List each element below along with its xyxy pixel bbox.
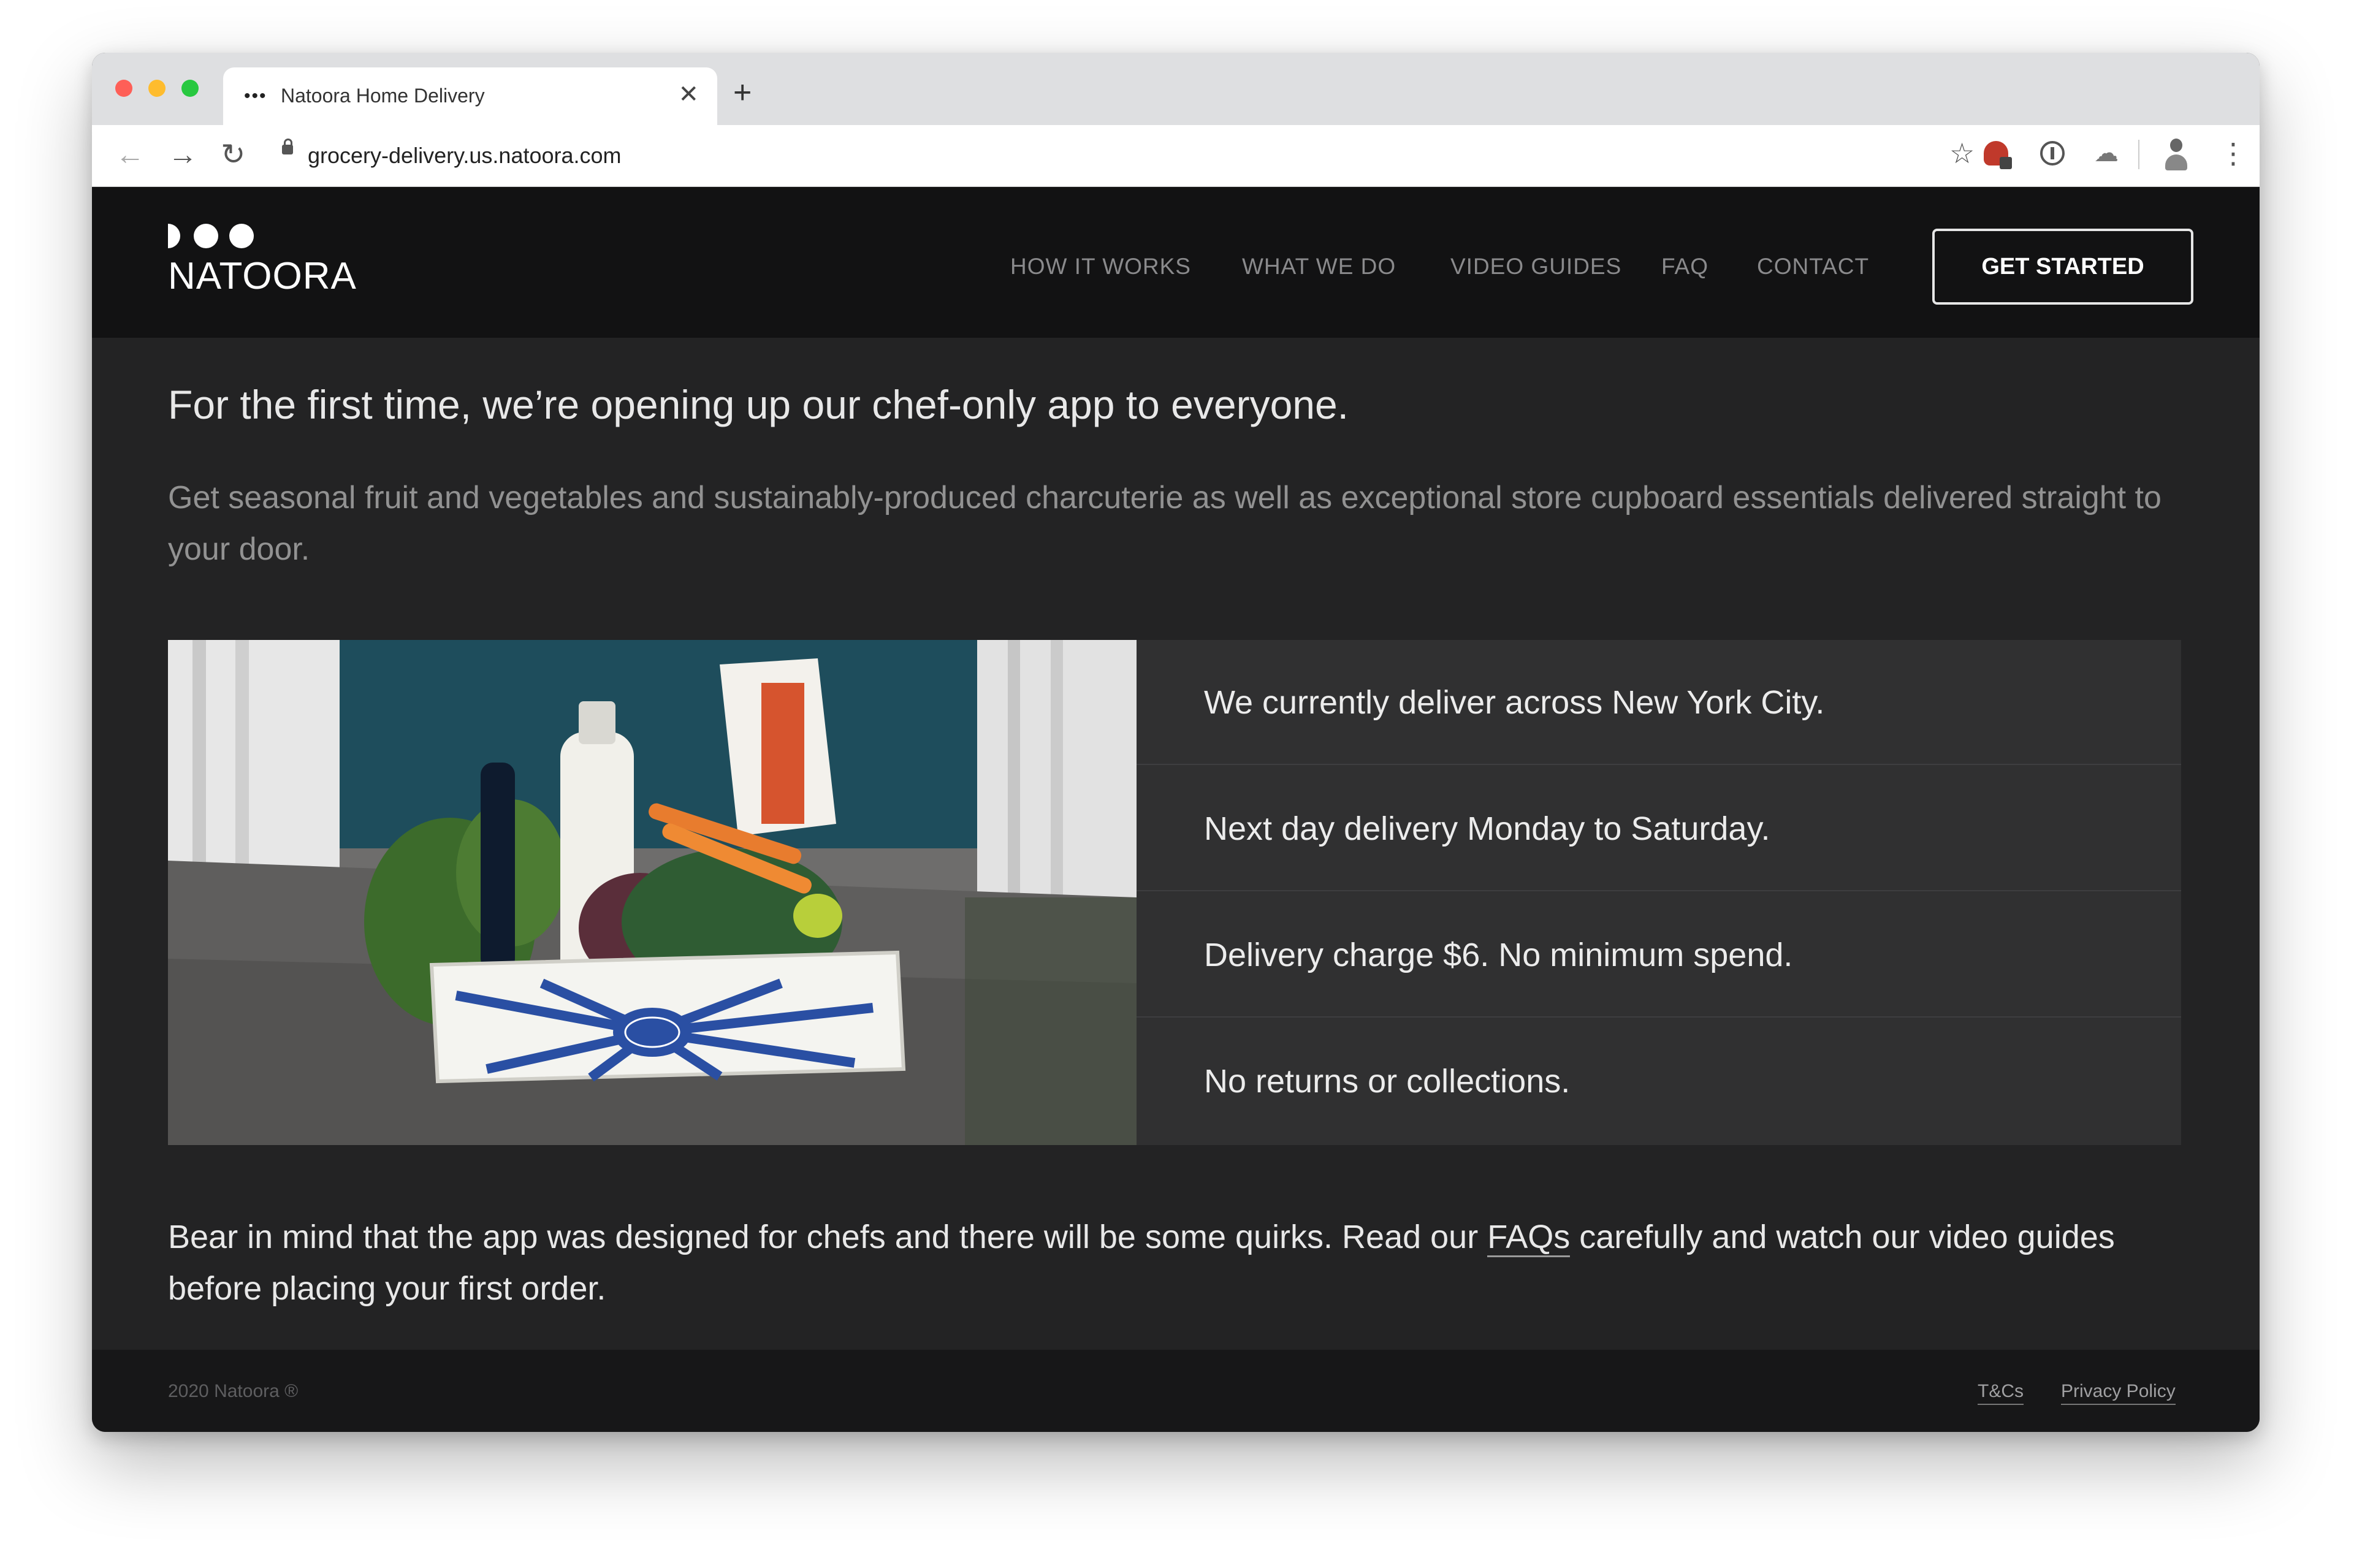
delivery-info-panel: We currently deliver across New York Cit… [1137,640,2181,1145]
close-window-button[interactable] [115,80,132,97]
natoora-logo[interactable]: NATOORA [168,224,364,297]
address-bar[interactable]: grocery-delivery.us.natoora.com [276,130,1980,181]
nav-what-we-do[interactable]: WHAT WE DO [1242,253,1396,280]
produce-crate-photo [168,640,1137,1145]
privacy-policy-link[interactable]: Privacy Policy [2061,1379,2176,1405]
tab-favicon-icon: ••• [244,86,267,106]
info-row-returns: No returns or collections. [1204,1063,1571,1100]
info-row-delivery-area: We currently deliver across New York Cit… [1137,640,2181,765]
info-row-delivery-charge: Delivery charge $6. No minimum spend. [1137,892,2181,1018]
tab-strip: ••• Natoora Home Delivery ✕ + [92,53,2260,125]
site-header: NATOORA HOW IT WORKS WHAT WE DO VIDEO GU… [92,187,2260,338]
browser-window: ••• Natoora Home Delivery ✕ + ← → ↻ groc… [92,53,2260,1432]
info-icon[interactable] [2040,141,2065,166]
produce-crate-illustration [168,640,1137,1145]
page-headline: For the first time, we’re opening up our… [168,382,1349,427]
reload-icon[interactable]: ↻ [221,139,245,172]
extension-icon[interactable] [1984,141,2012,169]
zoom-window-button[interactable] [181,80,199,97]
nav-faq[interactable]: FAQ [1661,253,1708,280]
logo-wordmark: NATOORA [168,255,357,297]
tab-close-icon[interactable]: ✕ [678,81,699,108]
get-started-button[interactable]: GET STARTED [1932,229,2193,305]
nav-how-it-works[interactable]: HOW IT WORKS [1010,253,1191,280]
info-row-delivery-days: Next day delivery Monday to Saturday. [1137,766,2181,891]
faqs-link[interactable]: FAQs [1487,1219,1571,1257]
menu-icon[interactable]: ⋮ [2219,136,2247,170]
lock-icon[interactable] [282,139,293,154]
star-icon[interactable]: ☆ [1949,136,1975,170]
tab-title: Natoora Home Delivery [281,85,485,107]
copyright-text: 2020 Natoora ® [168,1381,299,1401]
url-text[interactable]: grocery-delivery.us.natoora.com [308,142,622,169]
site-footer: 2020 Natoora ® T&Cs Privacy Policy [92,1350,2260,1432]
back-arrow-icon[interactable]: ← [115,139,145,172]
browser-toolbar: ← → ↻ grocery-delivery.us.natoora.com ☆ … [92,125,2260,187]
profile-icon[interactable] [2163,137,2190,172]
chef-app-notice: Bear in mind that the app was designed f… [168,1211,2203,1314]
toolbar-divider [2138,140,2139,169]
notice-text-start: Bear in mind that the app was designed f… [168,1219,1488,1255]
logo-mark-icon [168,224,260,248]
new-tab-icon[interactable]: + [733,77,752,108]
forward-arrow-icon[interactable]: → [168,139,197,172]
minimize-window-button[interactable] [148,80,166,97]
nav-video-guides[interactable]: VIDEO GUIDES [1450,253,1621,280]
terms-link[interactable]: T&Cs [1978,1379,2024,1405]
browser-tab[interactable]: ••• Natoora Home Delivery ✕ [223,67,717,125]
intro-paragraph: Get seasonal fruit and vegetables and su… [168,480,2162,567]
nav-contact[interactable]: CONTACT [1757,253,1869,280]
cloud-icon[interactable]: ☁ [2094,141,2119,166]
